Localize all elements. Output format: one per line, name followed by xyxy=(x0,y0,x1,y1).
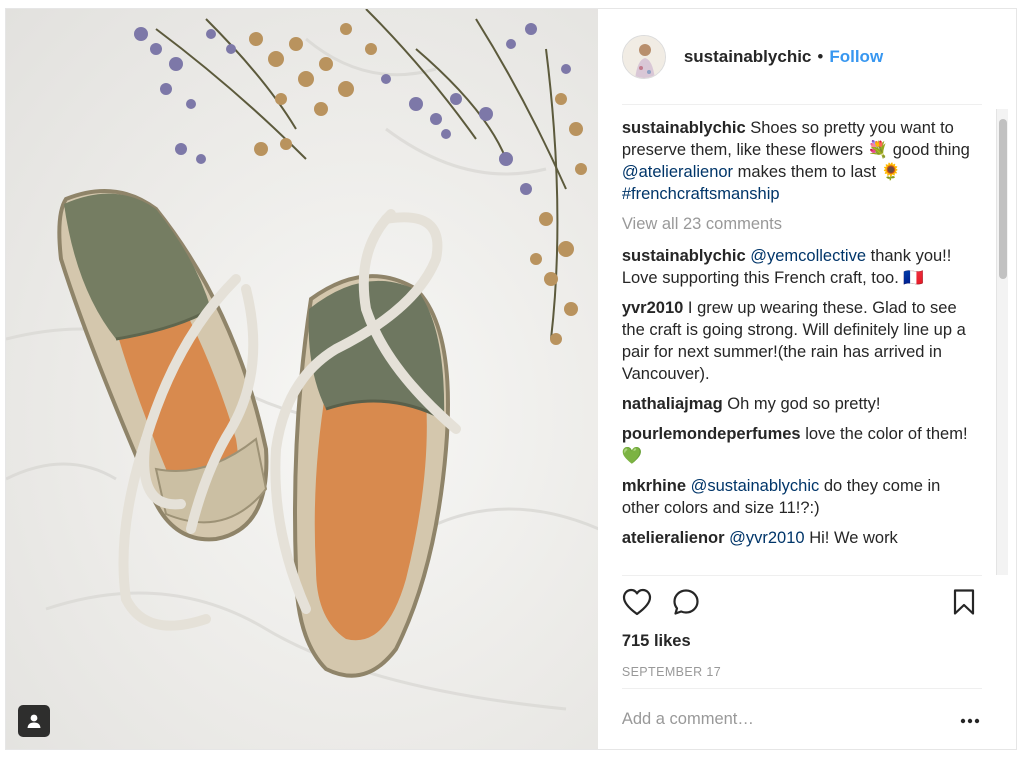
caption-text: makes them to last xyxy=(737,163,877,181)
espadrilles-photo xyxy=(6,9,598,711)
user-tag-icon[interactable] xyxy=(18,705,50,737)
action-icons xyxy=(622,576,982,626)
right-espadrille xyxy=(293,274,450,678)
france-flag-emoji: 🇫🇷 xyxy=(903,269,924,287)
header-separator: • xyxy=(817,46,824,66)
caption-username[interactable]: sustainablychic xyxy=(622,119,746,137)
caption-text: good thing xyxy=(892,141,970,159)
view-all-comments-link[interactable]: View all 23 comments xyxy=(622,213,974,235)
left-espadrille xyxy=(57,189,269,542)
comment-text: love the color of them! xyxy=(805,425,968,443)
likes-count[interactable]: 715 likes xyxy=(622,632,982,651)
caption: sustainablychic Shoes so pretty you want… xyxy=(622,117,974,205)
follow-button[interactable]: Follow xyxy=(829,47,883,67)
header-username[interactable]: sustainablychic xyxy=(684,47,812,67)
heart-icon[interactable] xyxy=(622,588,652,621)
comment-username[interactable]: mkrhine xyxy=(622,477,686,495)
caption-mention[interactable]: @atelieralienor xyxy=(622,163,733,181)
comment-item: nathaliajmag Oh my god so pretty! xyxy=(622,393,974,415)
post-date: SEPTEMBER 17 xyxy=(621,665,722,679)
post-actions: 715 likes SEPTEMBER 17 xyxy=(621,575,982,751)
comment-item: sustainablychic @yemcollective thank you… xyxy=(622,245,974,289)
green-heart-emoji: 💚 xyxy=(621,447,643,465)
avatar[interactable] xyxy=(621,34,666,79)
comment-item: mkrhine @sustainablychic do they come in… xyxy=(622,475,974,519)
add-comment-bar xyxy=(621,688,982,750)
comment-username[interactable]: sustainablychic xyxy=(622,247,746,265)
comment-item: pourlemondeperfumes love the color of th… xyxy=(622,423,974,467)
comment-item: yvr2010 I grew up wearing these. Glad to… xyxy=(622,297,974,385)
post-header: sustainablychic • Follow xyxy=(621,9,982,105)
bouquet-emoji: 💐 xyxy=(867,141,889,159)
sunflower-emoji: 🌻 xyxy=(880,163,902,181)
scrollbar-thumb[interactable] xyxy=(999,119,1007,279)
comment-icon[interactable] xyxy=(672,588,700,621)
comment-item: atelieralienor @yvr2010 Hi! We work xyxy=(622,527,974,549)
comment-mention[interactable]: @yemcollective xyxy=(750,247,866,265)
comment-mention[interactable]: @sustainablychic xyxy=(691,477,820,495)
comment-text: Oh my god so pretty! xyxy=(727,395,881,413)
more-options-icon[interactable] xyxy=(960,711,980,729)
comment-mention[interactable]: @yvr2010 xyxy=(729,529,804,547)
post-photo[interactable] xyxy=(6,9,598,749)
comments-scrollbar[interactable] xyxy=(996,109,1008,575)
post-side-panel: sustainablychic • Follow sustainablychic… xyxy=(598,9,1016,749)
comment-username[interactable]: nathaliajmag xyxy=(622,395,723,413)
comments-list[interactable]: sustainablychic Shoes so pretty you want… xyxy=(622,117,974,573)
add-comment-input[interactable] xyxy=(621,710,922,729)
comment-text: Hi! We work xyxy=(809,529,898,547)
comment-username[interactable]: pourlemondeperfumes xyxy=(622,425,801,443)
comment-username[interactable]: atelieralienor xyxy=(622,529,725,547)
comment-username[interactable]: yvr2010 xyxy=(622,299,683,317)
caption-hashtag[interactable]: #frenchcraftsmanship xyxy=(622,185,780,203)
bookmark-icon[interactable] xyxy=(952,588,976,621)
instagram-post: sustainablychic • Follow sustainablychic… xyxy=(5,8,1017,750)
